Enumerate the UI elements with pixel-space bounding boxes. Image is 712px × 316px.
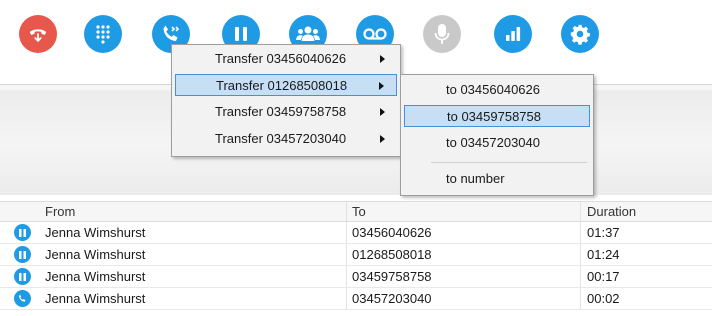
column-divider [580, 288, 581, 309]
cell-to: 03456040626 [352, 225, 432, 240]
submenu-item-label: to 03456040626 [446, 82, 540, 97]
menu-item-transfer[interactable]: Transfer 03456040626 [175, 48, 397, 70]
column-header-to[interactable]: To [352, 204, 366, 219]
column-divider [580, 222, 581, 243]
column-divider [580, 244, 581, 265]
submenu-item-label: to number [446, 171, 505, 186]
dialpad-button[interactable] [84, 15, 122, 53]
column-divider[interactable] [580, 202, 581, 221]
menu-item-transfer[interactable]: Transfer 03459758758 [175, 101, 397, 123]
table-row[interactable]: Jenna Wimshurst 01268508018 01:24 [0, 244, 712, 266]
submenu-arrow-icon [380, 108, 385, 116]
cell-duration: 01:37 [587, 225, 620, 240]
submenu-item-label: to 03459758758 [447, 109, 541, 124]
cell-to: 01268508018 [352, 247, 432, 262]
column-divider[interactable] [346, 202, 347, 221]
table-row[interactable]: Jenna Wimshurst 03457203040 00:02 [0, 288, 712, 310]
cell-from: Jenna Wimshurst [45, 291, 146, 306]
column-divider [346, 222, 347, 243]
microphone-icon [434, 24, 450, 44]
pause-icon [14, 268, 31, 285]
stats-icon [506, 27, 521, 41]
cell-to: 03459758758 [352, 269, 432, 284]
transfer-submenu: to 03456040626 to 03459758758 to 0345720… [400, 74, 594, 196]
hangup-button[interactable] [19, 15, 57, 53]
cell-duration: 00:02 [587, 291, 620, 306]
menu-separator [431, 162, 587, 163]
voicemail-icon [363, 28, 387, 40]
cell-from: Jenna Wimshurst [45, 247, 146, 262]
cell-duration: 00:17 [587, 269, 620, 284]
submenu-item-label: to 03457203040 [446, 135, 540, 150]
column-header-duration[interactable]: Duration [587, 204, 636, 219]
menu-item-label: Transfer 01268508018 [216, 78, 348, 93]
settings-icon [570, 24, 590, 45]
phone-icon [14, 290, 31, 307]
submenu-item-target-selected[interactable]: to 03459758758 [404, 105, 590, 127]
submenu-arrow-icon [380, 135, 385, 143]
submenu-item-target[interactable]: to 03457203040 [404, 132, 590, 154]
pause-icon [14, 246, 31, 263]
column-divider [346, 266, 347, 287]
cell-to: 03457203040 [352, 291, 432, 306]
menu-item-label: Transfer 03459758758 [215, 104, 347, 119]
cell-from: Jenna Wimshurst [45, 269, 146, 284]
table-row[interactable]: Jenna Wimshurst 03456040626 01:37 [0, 222, 712, 244]
transfer-call-icon [163, 25, 180, 41]
phone-hangup-icon [29, 29, 47, 43]
calls-table: From To Duration Jenna Wimshurst 0345604… [0, 201, 712, 310]
menu-item-transfer-selected[interactable]: Transfer 01268508018 [175, 74, 397, 96]
menu-item-label: Transfer 03457203040 [215, 131, 347, 146]
cell-duration: 01:24 [587, 247, 620, 262]
submenu-item-to-number[interactable]: to number [404, 168, 590, 190]
submenu-arrow-icon [379, 82, 384, 90]
transfer-menu: Transfer 03456040626 Transfer 0126850801… [171, 44, 401, 157]
conference-icon [296, 26, 320, 41]
cell-from: Jenna Wimshurst [45, 225, 146, 240]
column-divider [580, 266, 581, 287]
settings-button[interactable] [561, 15, 599, 53]
column-header-from[interactable]: From [45, 204, 75, 219]
table-header: From To Duration [0, 201, 712, 222]
pause-icon [14, 224, 31, 241]
table-row[interactable]: Jenna Wimshurst 03459758758 00:17 [0, 266, 712, 288]
pause-icon [235, 27, 247, 41]
submenu-item-target[interactable]: to 03456040626 [404, 79, 590, 101]
dialpad-icon [96, 25, 110, 44]
column-divider [346, 288, 347, 309]
column-divider [346, 244, 347, 265]
mute-button[interactable] [423, 15, 461, 53]
menu-item-transfer[interactable]: Transfer 03457203040 [175, 128, 397, 150]
menu-item-label: Transfer 03456040626 [215, 51, 347, 66]
submenu-arrow-icon [380, 55, 385, 63]
statistics-button[interactable] [494, 15, 532, 53]
